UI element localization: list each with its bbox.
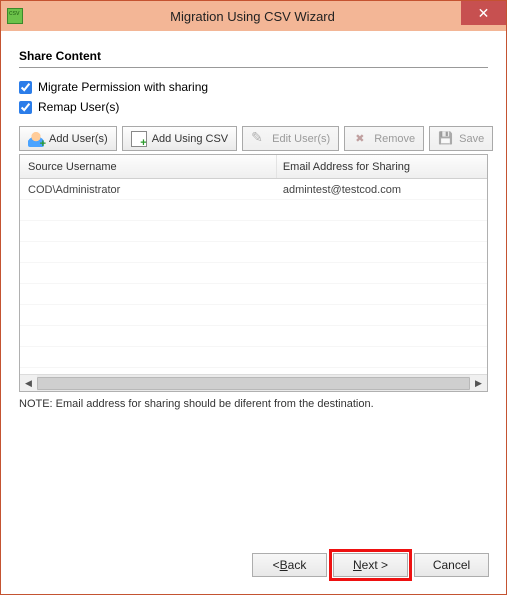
wizard-footer: < Back Next > Cancel — [252, 553, 489, 577]
table-header: Source Username Email Address for Sharin… — [20, 155, 487, 179]
close-button[interactable]: ✕ — [461, 1, 506, 25]
checkbox-remap-users[interactable]: Remap User(s) — [19, 100, 488, 114]
checkbox-migrate-permission-label: Migrate Permission with sharing — [38, 80, 208, 94]
checkbox-migrate-permission[interactable]: Migrate Permission with sharing — [19, 80, 488, 94]
note-text: NOTE: Email address for sharing should b… — [19, 398, 488, 410]
cell-email: admintest@testcod.com — [277, 184, 487, 196]
save-icon — [438, 131, 454, 147]
checkbox-remap-users-input[interactable] — [19, 101, 32, 114]
next-underline: N — [353, 558, 362, 572]
cancel-button[interactable]: Cancel — [414, 553, 489, 577]
next-rest: ext > — [362, 558, 388, 572]
edit-users-label: Edit User(s) — [272, 133, 330, 145]
table-body: COD\Administrator admintest@testcod.com — [20, 179, 487, 374]
save-label: Save — [459, 133, 484, 145]
scroll-right-arrow-icon[interactable]: ▶ — [470, 375, 487, 392]
back-prefix: < — [273, 558, 280, 572]
separator — [19, 67, 488, 68]
remove-label: Remove — [374, 133, 415, 145]
scroll-track[interactable] — [37, 375, 470, 391]
add-users-label: Add User(s) — [49, 133, 108, 145]
add-users-button[interactable]: Add User(s) — [19, 126, 117, 151]
csv-add-icon — [131, 131, 147, 147]
save-button: Save — [429, 126, 493, 151]
users-table: Source Username Email Address for Sharin… — [19, 154, 488, 392]
section-title: Share Content — [19, 49, 488, 63]
titlebar: Migration Using CSV Wizard ✕ — [1, 1, 506, 31]
window-title: Migration Using CSV Wizard — [0, 9, 506, 24]
scroll-thumb[interactable] — [37, 377, 470, 390]
edit-users-button: Edit User(s) — [242, 126, 339, 151]
content-area: Share Content Migrate Permission with sh… — [1, 31, 506, 410]
checkbox-remap-users-label: Remap User(s) — [38, 100, 119, 114]
back-underline: B — [280, 558, 288, 572]
user-add-icon — [28, 131, 44, 147]
header-source-username[interactable]: Source Username — [20, 155, 277, 178]
table-row[interactable]: COD\Administrator admintest@testcod.com — [20, 179, 487, 200]
edit-icon — [251, 131, 267, 147]
cell-source-username: COD\Administrator — [20, 184, 277, 196]
app-icon — [7, 8, 23, 24]
scroll-left-arrow-icon[interactable]: ◀ — [20, 375, 37, 392]
toolbar: Add User(s) Add Using CSV Edit User(s) R… — [19, 126, 488, 151]
remove-button: Remove — [344, 126, 424, 151]
back-button[interactable]: < Back — [252, 553, 327, 577]
back-rest: ack — [288, 558, 307, 572]
next-button[interactable]: Next > — [333, 553, 408, 577]
add-csv-label: Add Using CSV — [152, 133, 228, 145]
cancel-label: Cancel — [433, 558, 470, 572]
header-email[interactable]: Email Address for Sharing — [277, 161, 487, 173]
remove-icon — [353, 131, 369, 147]
checkbox-migrate-permission-input[interactable] — [19, 81, 32, 94]
horizontal-scrollbar[interactable]: ◀ ▶ — [20, 374, 487, 391]
add-using-csv-button[interactable]: Add Using CSV — [122, 126, 237, 151]
